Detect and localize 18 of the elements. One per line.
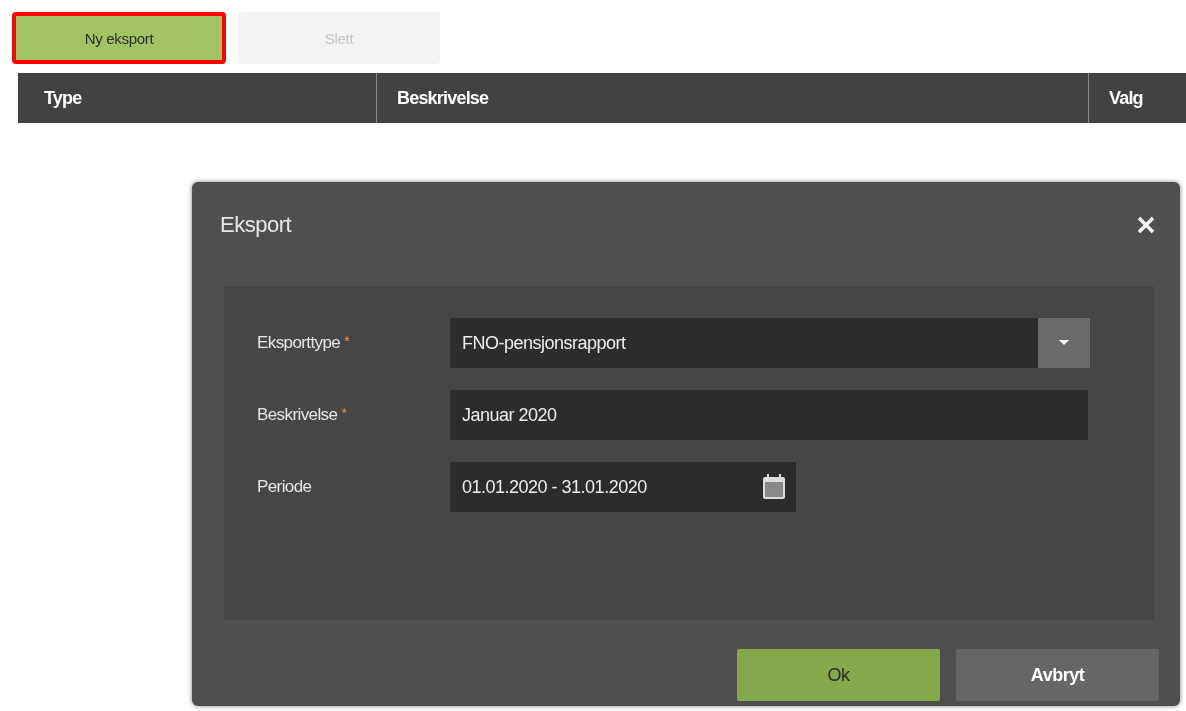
ok-button[interactable]: Ok [737, 649, 940, 701]
field-label: Beskrivelse * [257, 405, 348, 425]
new-export-button[interactable]: Ny eksport [12, 12, 226, 64]
column-header[interactable]: Valg [1088, 73, 1186, 123]
close-icon[interactable] [1136, 215, 1156, 235]
dropdown-field[interactable]: FNO-pensjonsrapport [450, 318, 1090, 368]
date-range-field[interactable]: 01.01.2020 - 31.01.2020 [450, 462, 796, 512]
field-label: Eksporttype * [257, 333, 351, 353]
caret-icon [1059, 340, 1069, 346]
calendar-icon[interactable] [762, 474, 786, 500]
text-field[interactable]: Januar 2020 [450, 390, 1088, 440]
field-value: FNO-pensjonsrapport [462, 332, 626, 354]
dialog-title: Eksport [220, 212, 292, 238]
column-header[interactable]: Beskrivelse [376, 73, 1088, 123]
field-label: Periode [257, 477, 313, 497]
column-header[interactable]: Type [18, 73, 376, 123]
field-value: 01.01.2020 - 31.01.2020 [462, 476, 647, 498]
cancel-button[interactable]: Avbryt [956, 649, 1159, 701]
